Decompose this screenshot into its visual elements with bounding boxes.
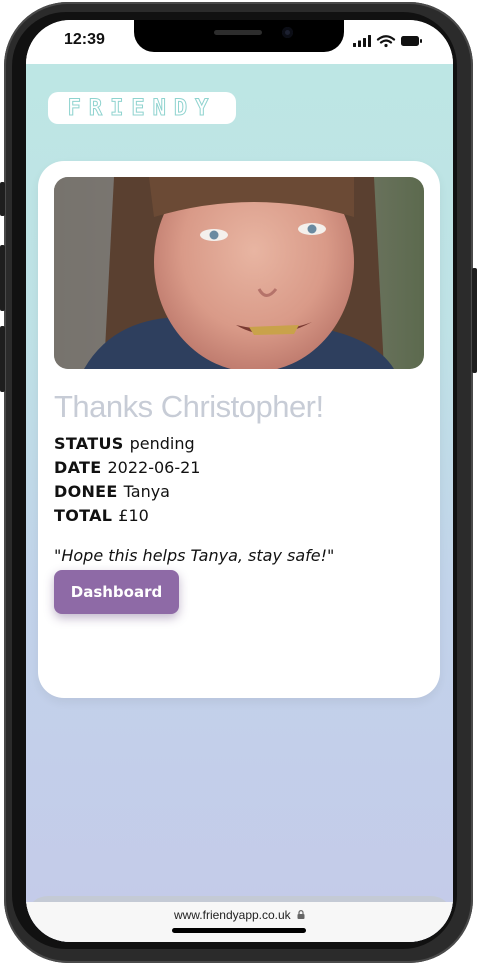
power-button — [472, 268, 477, 373]
detail-value: 2022-06-21 — [107, 458, 201, 477]
detail-date: DATE 2022-06-21 — [54, 458, 200, 477]
donee-photo — [54, 177, 424, 369]
detail-total: TOTAL £10 — [54, 506, 149, 525]
detail-value: pending — [129, 434, 195, 453]
front-camera — [282, 27, 293, 38]
detail-label: STATUS — [54, 434, 124, 453]
donation-message: "Hope this helps Tanya, stay safe!" — [54, 546, 335, 565]
detail-status: STATUS pending — [54, 434, 195, 453]
detail-value: £10 — [118, 506, 149, 525]
browser-url-bar[interactable]: www.friendyapp.co.uk — [26, 902, 453, 942]
thanks-heading: Thanks Christopher! — [54, 389, 324, 424]
url-display: www.friendyapp.co.uk — [26, 908, 453, 922]
notch — [134, 20, 344, 52]
detail-label: TOTAL — [54, 506, 113, 525]
status-icons — [353, 34, 425, 48]
detail-donee: DONEE Tanya — [54, 482, 170, 501]
volume-down-button — [0, 326, 5, 392]
home-indicator[interactable] — [172, 928, 306, 933]
status-time: 12:39 — [64, 31, 105, 48]
battery-icon — [401, 36, 422, 46]
speaker-grille — [214, 30, 262, 35]
detail-label: DONEE — [54, 482, 118, 501]
dashboard-button[interactable]: Dashboard — [54, 570, 179, 614]
donation-card: Thanks Christopher! STATUS pending DATE 20… — [38, 161, 440, 698]
phone-screen: 12:39 FRIENDY Thanks Christopher! STATUS… — [26, 20, 453, 942]
cellular-signal-icon — [353, 35, 371, 47]
url-text: www.friendyapp.co.uk — [173, 908, 291, 922]
friendy-logo: FRIENDY — [48, 92, 236, 124]
logo-text: FRIENDY — [67, 95, 217, 121]
wifi-icon — [376, 35, 396, 48]
mute-switch — [0, 182, 5, 216]
volume-up-button — [0, 245, 5, 311]
app-content: FRIENDY Thanks Christopher! STATUS pendi… — [26, 64, 453, 942]
detail-value: Tanya — [123, 482, 170, 501]
detail-label: DATE — [54, 458, 102, 477]
status-bar: 12:39 — [26, 20, 453, 64]
lock-icon — [297, 910, 305, 919]
